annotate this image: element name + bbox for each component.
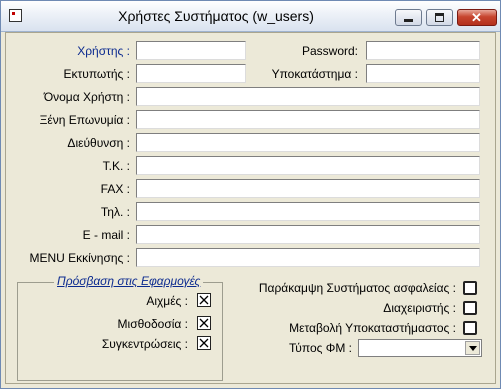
postal-code-field[interactable] — [136, 156, 480, 175]
branch-change-label: Μεταβολή Υποκαταστήμαστος : — [289, 321, 456, 335]
branch-label: Υποκατάστημα : — [271, 67, 358, 81]
security-bypass-label: Παράκαμψη Συστήματος ασφαλείας : — [258, 281, 456, 295]
postal-code-label: Τ.Κ. : — [102, 159, 130, 173]
printer-field[interactable] — [136, 64, 246, 83]
branch-field[interactable] — [366, 64, 480, 83]
chevron-down-icon[interactable] — [465, 341, 480, 355]
access-item-label: Μισθοδοσία : — [117, 317, 188, 331]
access-group-title: Πρόσβαση στις Εφαρμογές — [54, 274, 204, 288]
users-window: Χρήστες Συστήματος (w_users) ✕ Χρήστης :… — [0, 0, 501, 389]
start-menu-label: MENU Εκκίνησης : — [29, 251, 130, 265]
phone-field[interactable] — [136, 202, 480, 221]
payroll-checkbox[interactable] — [197, 316, 211, 330]
form-area: Χρήστης : Password: Εκτυπωτής : Υποκατάσ… — [5, 32, 496, 384]
phone-label: Τηλ. : — [100, 205, 130, 219]
close-icon: ✕ — [471, 10, 482, 25]
email-field[interactable] — [136, 225, 480, 244]
checked-x-icon — [199, 318, 209, 328]
address-field[interactable] — [136, 133, 480, 152]
checked-x-icon — [199, 338, 209, 348]
printer-label: Εκτυπωτής : — [63, 67, 130, 81]
branch-change-checkbox[interactable] — [463, 321, 477, 335]
peaks-checkbox[interactable] — [197, 293, 211, 307]
username-label: Όνομα Χρήστη : — [43, 90, 130, 104]
password-field[interactable] — [366, 41, 480, 60]
administrator-checkbox[interactable] — [463, 301, 477, 315]
minimize-button[interactable] — [395, 9, 422, 26]
maximize-button[interactable] — [426, 9, 453, 26]
minimize-icon — [404, 19, 413, 22]
administrator-label: Διαχειριστής : — [383, 301, 456, 315]
foreign-surname-field[interactable] — [136, 110, 480, 129]
fm-type-label: Τύπος ΦΜ : — [289, 341, 352, 355]
email-label: E - mail : — [82, 228, 130, 242]
username-field[interactable] — [136, 87, 480, 106]
summaries-checkbox[interactable] — [197, 336, 211, 350]
start-menu-field[interactable] — [136, 248, 480, 267]
security-bypass-checkbox[interactable] — [463, 281, 477, 295]
checked-x-icon — [199, 295, 209, 305]
title-bar[interactable]: Χρήστες Συστήματος (w_users) ✕ — [1, 1, 500, 32]
fax-field[interactable] — [136, 179, 480, 198]
address-label: Διεύθυνση : — [67, 136, 130, 150]
foreign-surname-label: Ξένη Επωνυμία : — [39, 113, 130, 127]
window-title: Χρήστες Συστήματος (w_users) — [118, 8, 314, 24]
close-button[interactable]: ✕ — [457, 9, 497, 26]
access-item-label: Αιχμές : — [146, 294, 188, 308]
fm-type-dropdown[interactable] — [358, 339, 482, 357]
maximize-icon — [435, 13, 444, 22]
user-field[interactable] — [136, 41, 246, 60]
fax-label: FAX : — [100, 182, 130, 196]
user-label: Χρήστης : — [77, 44, 130, 58]
access-item-label: Συγκεντρώσεις : — [101, 337, 188, 351]
password-label: Password: — [301, 44, 358, 58]
